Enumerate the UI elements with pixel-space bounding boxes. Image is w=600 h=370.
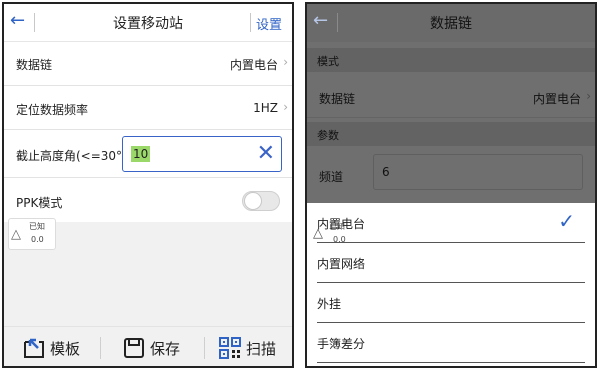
divider [317, 362, 585, 363]
section-mode: 模式 [307, 48, 595, 72]
datalink-label: 数据链 [16, 58, 53, 72]
datalink-value: 内置电台 [229, 58, 278, 72]
section-mode-label: 模式 [317, 55, 339, 68]
chevron-right-icon: › [586, 89, 591, 103]
template-button[interactable]: 模板 [22, 336, 102, 360]
option-label: 外挂 [317, 297, 342, 311]
datalink-label: 数据链 [319, 92, 356, 106]
triangle-icon: △ [11, 227, 21, 242]
divider [250, 13, 251, 32]
divider [100, 337, 101, 359]
save-button[interactable]: 保存 [122, 336, 202, 360]
scan-button[interactable]: 扫描 [218, 336, 292, 360]
cutoff-row: 截止高度角(<=30°) 10 ✕ [4, 130, 292, 178]
toggle-knob [244, 192, 262, 210]
section-params: 参数 [307, 122, 595, 146]
template-label: 模板 [50, 340, 81, 358]
ppk-toggle[interactable] [242, 191, 280, 211]
known-label: 已知 [329, 222, 345, 231]
datalink-value: 内置电台 [532, 92, 581, 106]
known-value: 0.0 [31, 235, 44, 244]
settings-button[interactable]: 设置 [256, 14, 282, 33]
triangle-icon: △ [313, 226, 323, 241]
template-icon [24, 338, 44, 358]
qr-scan-icon [219, 337, 241, 359]
channel-input[interactable]: 6 [373, 154, 583, 190]
cutoff-angle-input[interactable]: 10 ✕ [122, 136, 282, 172]
check-icon: ✓ [558, 209, 575, 233]
title-bar: ← 数据链 [307, 4, 595, 42]
page-title: 数据链 [430, 16, 472, 32]
ppk-label: PPK模式 [16, 196, 63, 210]
clear-icon[interactable]: ✕ [257, 141, 275, 167]
datalink-screen: ← 数据链 模式 数据链 内置电台 › 参数 频道 6 内置电台 ✓ 内置网络 … [305, 2, 597, 368]
option-label: 手簿差分 [317, 337, 366, 351]
known-value: 0.0 [333, 235, 346, 244]
known-badge[interactable]: △ 已知 0.0 [8, 218, 56, 250]
divider [204, 337, 205, 359]
section-params-label: 参数 [317, 129, 339, 142]
cutoff-angle-value: 10 [131, 146, 151, 162]
ppk-row: PPK模式 [4, 178, 292, 222]
channel-label: 频道 [319, 170, 344, 184]
rate-label: 定位数据频率 [16, 103, 89, 117]
mobile-station-settings-screen: ← 设置移动站 设置 数据链 内置电台 › 定位数据频率 1HZ › 截止高度角… [2, 2, 294, 368]
bottom-toolbar: 模板 保存 扫描 [4, 326, 292, 366]
known-label: 已知 [29, 222, 45, 231]
known-badge[interactable]: △ 已知 0.0 [311, 218, 359, 250]
datalink-row[interactable]: 数据链 内置电台 › [307, 76, 595, 118]
page-title: 设置移动站 [113, 16, 183, 32]
rate-value: 1HZ [253, 101, 278, 115]
option-handheld-diff[interactable]: 手簿差分 [307, 323, 595, 363]
scan-label: 扫描 [246, 340, 277, 358]
chevron-right-icon: › [283, 100, 288, 114]
option-label: 内置网络 [317, 257, 366, 271]
cutoff-label: 截止高度角(<=30°) [16, 149, 127, 163]
save-label: 保存 [150, 340, 181, 358]
channel-row: 频道 6 [307, 150, 595, 200]
datalink-row[interactable]: 数据链 内置电台 › [4, 42, 292, 86]
rate-row[interactable]: 定位数据频率 1HZ › [4, 86, 292, 130]
chevron-right-icon: › [283, 55, 288, 69]
title-bar: ← 设置移动站 设置 [4, 4, 292, 42]
option-external[interactable]: 外挂 [307, 283, 595, 323]
channel-value: 6 [382, 165, 390, 179]
save-icon [124, 338, 144, 358]
